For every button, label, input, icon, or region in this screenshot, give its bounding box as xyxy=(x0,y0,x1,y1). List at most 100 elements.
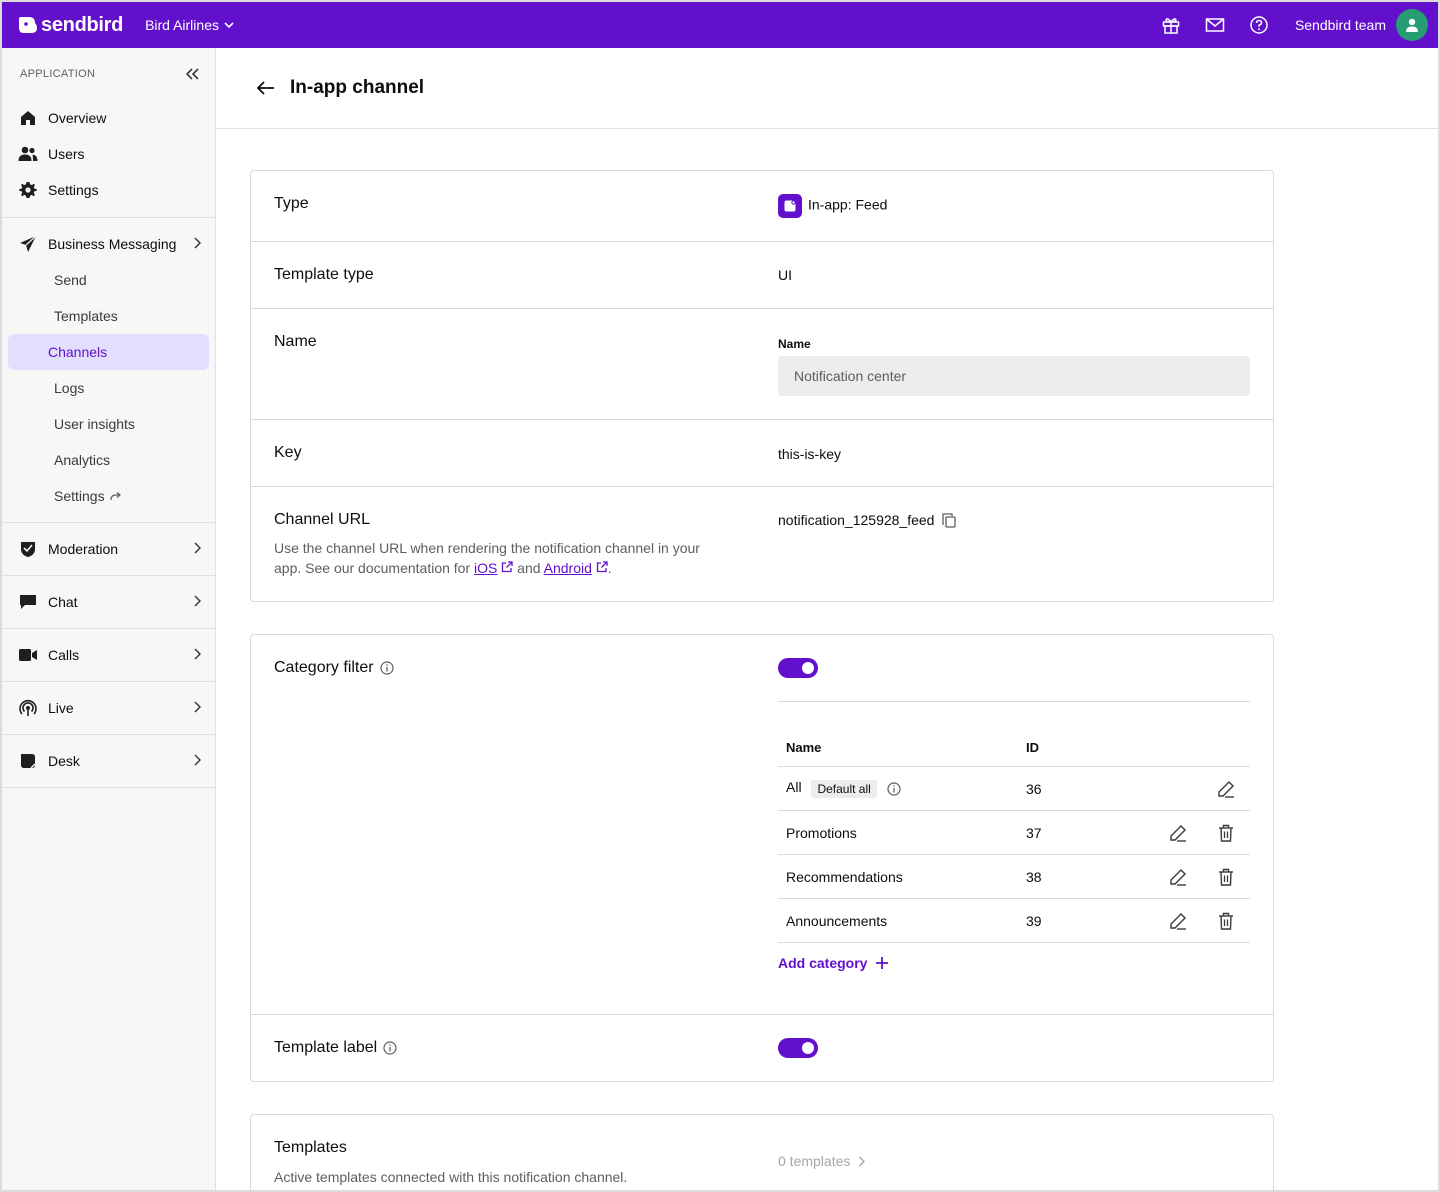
external-link-icon xyxy=(502,561,513,573)
edit-icon[interactable] xyxy=(1166,909,1190,933)
sidebar-subitem-settings[interactable]: Settings xyxy=(8,478,209,514)
category-name: Announcements xyxy=(786,912,888,929)
info-icon[interactable] xyxy=(379,661,394,675)
sidebar-item-chat[interactable]: Chat xyxy=(2,584,215,620)
home-icon xyxy=(18,108,38,128)
sidebar-subitem-label: Settings xyxy=(54,488,105,504)
divider xyxy=(778,701,1250,702)
live-group: Live xyxy=(2,682,215,735)
avatar[interactable] xyxy=(1396,9,1428,41)
channel-url-desc-line-2: app. See our documentation for iOS and A… xyxy=(274,558,744,578)
video-icon xyxy=(18,645,38,665)
channel-url-label: Channel URL xyxy=(274,511,371,528)
plus-icon xyxy=(876,957,889,969)
sidebar-item-label: Desk xyxy=(48,753,80,769)
user-icon xyxy=(1406,18,1418,32)
back-button[interactable] xyxy=(254,76,278,100)
sendbird-logo[interactable]: sendbird xyxy=(18,14,123,37)
help-icon[interactable] xyxy=(1247,13,1271,37)
moderation-group: Moderation xyxy=(2,523,215,576)
templates-description: Active templates connected with this not… xyxy=(274,1169,628,1185)
sidebar-item-users[interactable]: Users xyxy=(2,136,215,172)
app-switcher[interactable]: Bird Airlines xyxy=(145,17,234,33)
sidebar-subitem-channels[interactable]: Channels xyxy=(8,334,209,370)
chevron-right-icon xyxy=(859,1156,866,1166)
name-field-label: Name xyxy=(778,337,811,351)
desk-icon xyxy=(18,751,38,771)
sidebar-item-settings[interactable]: Settings xyxy=(2,172,215,208)
template-label-toggle[interactable] xyxy=(778,1038,818,1058)
category-id: 39 xyxy=(1026,912,1042,929)
brand-name: sendbird xyxy=(41,13,124,36)
key-value: this-is-key xyxy=(778,446,842,462)
android-docs-link[interactable]: Android xyxy=(544,560,592,576)
sidebar-item-overview[interactable]: Overview xyxy=(2,100,215,136)
period-text: . xyxy=(607,560,612,576)
sidebar-item-label: Chat xyxy=(48,594,78,610)
type-value-text: In-app: Feed xyxy=(808,196,888,213)
top-bar: sendbird Bird Airlines Sendbird team xyxy=(2,2,1438,48)
channel-url-text: notification_125928_feed xyxy=(778,512,935,528)
key-row: Key this-is-key xyxy=(251,420,1273,487)
ios-docs-link[interactable]: iOS xyxy=(474,560,497,576)
column-header-name: Name xyxy=(786,740,822,755)
sidebar-subitem-user-insights[interactable]: User insights xyxy=(8,406,209,442)
category-filter-heading: Category filter xyxy=(274,659,394,677)
trash-icon[interactable] xyxy=(1214,821,1238,845)
category-name: Promotions xyxy=(786,824,857,841)
sidebar-item-desk[interactable]: Desk xyxy=(2,743,215,779)
name-row: Name Name Notification center xyxy=(251,309,1273,420)
gear-icon xyxy=(18,180,38,200)
sidebar-section-label: APPLICATION xyxy=(20,68,96,80)
sidebar-item-label: Users xyxy=(48,146,85,162)
mail-icon[interactable] xyxy=(1203,13,1227,37)
edit-icon[interactable] xyxy=(1166,865,1190,889)
sidebar-item-label: Moderation xyxy=(48,541,119,557)
trash-icon[interactable] xyxy=(1214,865,1238,889)
template-type-label: Template type xyxy=(274,266,374,283)
collapse-sidebar-icon[interactable] xyxy=(185,68,199,80)
sidebar-subitem-templates[interactable]: Templates xyxy=(8,298,209,334)
key-label: Key xyxy=(274,444,302,461)
info-icon[interactable] xyxy=(383,1041,397,1055)
sidebar-item-live[interactable]: Live xyxy=(2,690,215,726)
copy-icon[interactable] xyxy=(942,512,957,528)
chevron-right-icon xyxy=(194,648,201,660)
channel-details-card: Type In-app: Feed Template type UI Name … xyxy=(250,170,1274,602)
category-name-cell: All Default all xyxy=(786,779,901,798)
external-link-icon xyxy=(596,561,608,573)
sendbird-logo-icon xyxy=(19,17,37,33)
team-name[interactable]: Sendbird team xyxy=(1295,17,1386,33)
page-header: In-app channel xyxy=(216,48,1438,129)
app-name: Bird Airlines xyxy=(145,17,219,33)
edit-icon[interactable] xyxy=(1214,777,1238,801)
chevron-right-icon xyxy=(194,701,201,713)
templates-count-link[interactable]: 0 templates xyxy=(778,1153,866,1169)
column-header-id: ID xyxy=(1026,740,1039,755)
name-input[interactable]: Notification center xyxy=(778,356,1250,396)
trash-icon[interactable] xyxy=(1214,909,1238,933)
template-type-value: UI xyxy=(778,267,792,283)
type-value: In-app: Feed xyxy=(778,194,887,218)
category-name: Recommendations xyxy=(786,868,903,885)
feed-icon xyxy=(778,194,802,218)
filters-card: Category filter Name ID All Default all xyxy=(250,634,1274,1082)
sidebar-subitem-analytics[interactable]: Analytics xyxy=(8,442,209,478)
gift-icon[interactable] xyxy=(1159,13,1183,37)
sidebar-item-moderation[interactable]: Moderation xyxy=(2,531,215,567)
template-label-row: Template label xyxy=(251,1015,1273,1081)
and-text: and xyxy=(517,560,541,576)
category-id: 37 xyxy=(1026,824,1042,841)
sidebar-subitem-logs[interactable]: Logs xyxy=(8,370,209,406)
sidebar-subitem-send[interactable]: Send xyxy=(8,262,209,298)
sidebar-item-calls[interactable]: Calls xyxy=(2,637,215,673)
sidebar: APPLICATION Overview Users Settings Busi… xyxy=(2,48,216,1190)
sidebar-item-label: Overview xyxy=(48,110,107,126)
category-filter-toggle[interactable] xyxy=(778,658,818,678)
chevron-right-icon xyxy=(194,754,201,766)
sidebar-item-business-messaging[interactable]: Business Messaging xyxy=(2,226,215,262)
table-row: All Default all 36 xyxy=(778,767,1250,811)
add-category-button[interactable]: Add category xyxy=(778,955,889,971)
info-icon[interactable] xyxy=(887,782,901,796)
edit-icon[interactable] xyxy=(1166,821,1190,845)
